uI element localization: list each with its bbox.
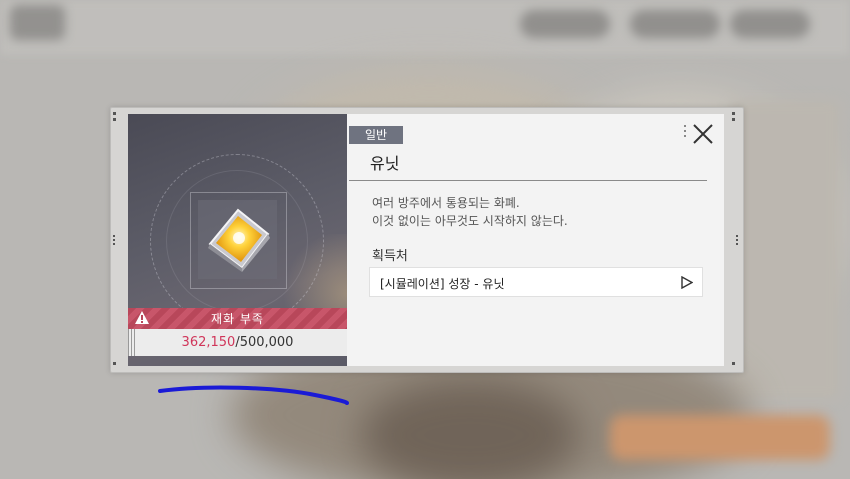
current-amount: 362,150 [181,335,236,350]
gold-cube-icon [208,208,270,272]
item-name: 유닛 [370,154,400,173]
required-amount: /500,000 [235,335,294,350]
item-description: 여러 방주에서 통용되는 화폐. 이것 없이는 아무것도 시작하지 않는다. [372,194,568,230]
annotation-underline [158,385,349,405]
frame-corner-mark [732,112,735,115]
drag-dots-icon [684,125,686,137]
source-link-label: [시뮬레이션] 성장 - 유닛 [380,277,505,291]
description-line: 여러 방주에서 통용되는 화폐. [372,196,520,210]
amount-display: 362,150/500,000 [128,329,347,356]
close-x-icon[interactable] [690,121,716,147]
frame-corner-mark [113,362,116,365]
source-link-button[interactable]: [시뮬레이션] 성장 - 유닛 [369,267,703,297]
frame-corner-mark [113,118,116,121]
title-divider [349,180,707,181]
category-tag: 일반 [349,126,403,144]
frame-side-handle [736,235,740,245]
play-arrow-icon [681,276,693,289]
frame-corner-mark [732,118,735,121]
description-line: 이것 없이는 아무것도 시작하지 않는다. [372,214,568,228]
warning-label: 재화 부족 [211,312,264,326]
frame-side-handle [113,235,117,245]
source-heading: 획득처 [372,249,408,264]
item-card: 재화 부족 362,150/500,000 [128,114,347,366]
frame-corner-mark [113,112,116,115]
insufficient-warning-bar: 재화 부족 [128,308,347,329]
frame-corner-mark [732,362,735,365]
